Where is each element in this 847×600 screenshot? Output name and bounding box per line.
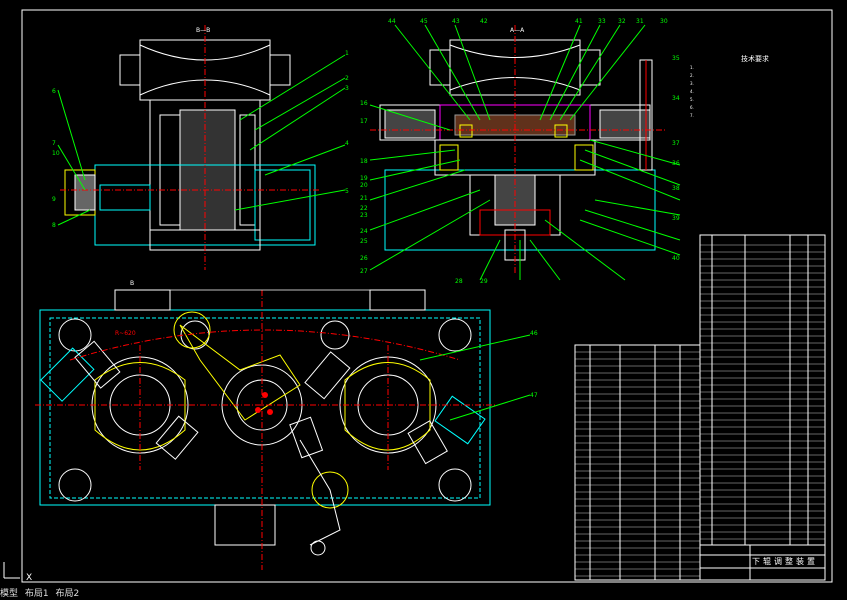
tab-layout2[interactable]: 布局2: [56, 589, 80, 599]
callout-callouts_top: 42: [480, 18, 488, 25]
callout-callouts_top: 32: [618, 18, 626, 25]
ucs-icon: X: [3, 562, 32, 583]
callout-callouts_left: 20: [360, 182, 368, 189]
callout-left_view_callouts: 6: [52, 88, 56, 95]
drawing-title: 下辊调整装置: [752, 557, 818, 566]
callout-callouts_left: 22: [360, 205, 368, 212]
tab-layout1[interactable]: 布局1: [25, 589, 49, 599]
tech-requirements-list: 1. 2. 3. 4. 5. 6. 7.: [690, 65, 820, 119]
callout-callouts_top: 44: [388, 18, 396, 25]
callout-left_view_callouts: 1: [345, 50, 349, 57]
view-label-b: B: [130, 280, 135, 287]
view-label-radius: R~620: [115, 330, 136, 337]
callout-left_view_callouts: 5: [345, 188, 349, 195]
callout-callouts_top: 45: [420, 18, 428, 25]
callout-callouts_left: 24: [360, 228, 368, 235]
callout-callouts_top: 30: [660, 18, 668, 25]
callout-callouts_left: 26: [360, 255, 368, 262]
callout-callouts_right: 40: [672, 255, 680, 262]
svg-text:X: X: [26, 573, 32, 583]
layout-tab-bar: 模型 布局1 布局2: [0, 588, 847, 600]
view-aa: [369, 24, 681, 281]
callout-callouts_left: 21: [360, 195, 368, 202]
callout-left_view_callouts: 10: [52, 150, 60, 157]
tab-model[interactable]: 模型: [0, 589, 18, 599]
tech-requirements: 技术要求 1. 2. 3. 4. 5. 6. 7.: [690, 56, 820, 121]
callout-callouts_left: 16: [360, 100, 368, 107]
tech-requirement-item: 4.: [690, 89, 694, 94]
view-bb: [57, 25, 346, 270]
callout-callouts_left: 17: [360, 118, 368, 125]
callout-callouts_left: 23: [360, 212, 368, 219]
callout-left_view_callouts: 8: [52, 222, 56, 229]
callout-callouts_top: 41: [575, 18, 583, 25]
tech-requirements-title: 技术要求: [741, 55, 769, 63]
callout-callouts_top: 33: [598, 18, 606, 25]
callout-left_view_callouts: 2: [345, 75, 349, 82]
view-label-aa: A—A: [510, 27, 525, 34]
callout-callouts_top: 43: [452, 18, 460, 25]
callout-callouts_left: 25: [360, 238, 368, 245]
callout-callouts_left: 27: [360, 268, 368, 275]
callout-callouts_right: 34: [672, 95, 680, 102]
tech-requirement-item: 3.: [690, 81, 694, 86]
callout-callouts_bottom: 28: [455, 278, 463, 285]
tech-requirement-item: 1.: [690, 65, 694, 70]
callout-callouts_left: 18: [360, 158, 368, 165]
callout-left_view_callouts: 3: [345, 85, 349, 92]
main-view: [35, 289, 531, 570]
callout-left_view_callouts: 7: [52, 140, 56, 147]
tech-requirement-item: 7.: [690, 113, 694, 118]
tech-requirement-item: 5.: [690, 97, 694, 102]
tech-requirement-item: 6.: [690, 105, 694, 110]
callout-main_callouts: 46: [530, 330, 538, 337]
callout-callouts_left: 19: [360, 175, 368, 182]
callout-left_view_callouts: 4: [345, 140, 349, 147]
callout-callouts_right: 37: [672, 140, 680, 147]
callout-callouts_bottom: 29: [480, 278, 488, 285]
callout-callouts_right: 36: [672, 160, 680, 167]
callout-main_callouts: 47: [530, 392, 538, 399]
callout-callouts_right: 38: [672, 185, 680, 192]
view-label-bb: B—B: [196, 27, 211, 34]
callout-callouts_right: 35: [672, 55, 680, 62]
parts-list-table: [574, 234, 826, 581]
callout-callouts_top: 31: [636, 18, 644, 25]
callout-callouts_right: 39: [672, 215, 680, 222]
tech-requirement-item: 2.: [690, 73, 694, 78]
callout-left_view_callouts: 9: [52, 196, 56, 203]
